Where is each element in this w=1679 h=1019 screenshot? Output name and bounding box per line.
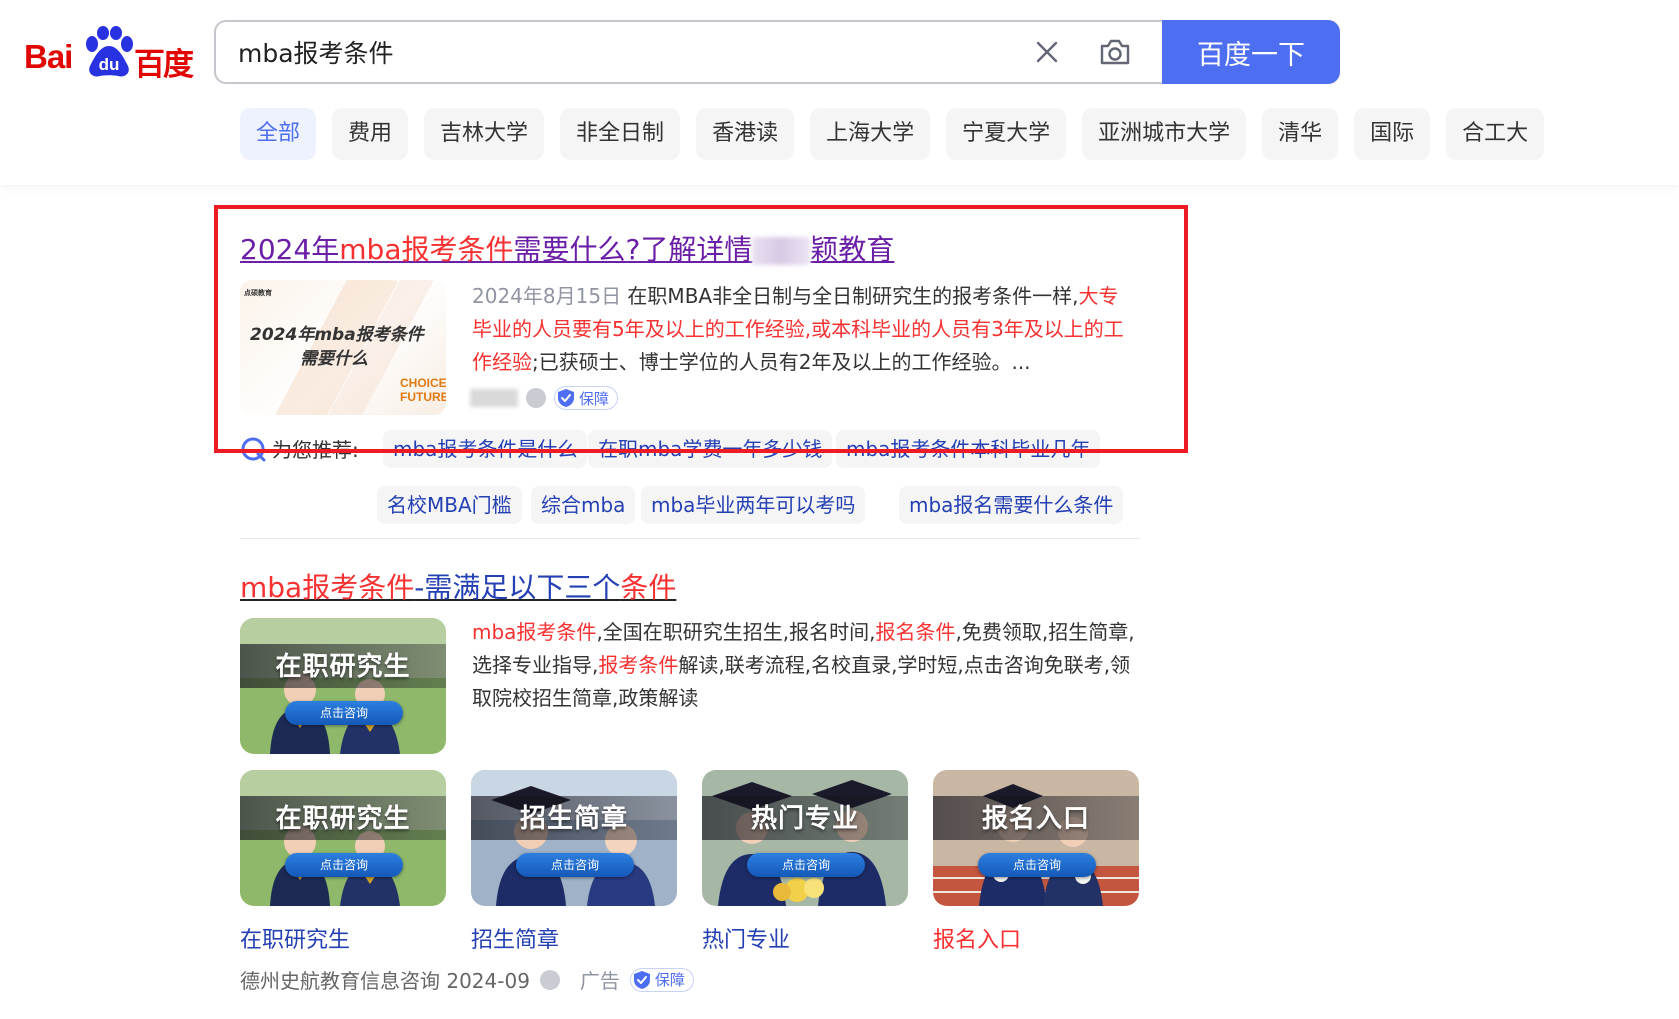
baidu-logo[interactable]: Bai du 百度 — [24, 26, 194, 83]
ad-description: mba报考条件,全国在职研究生招生,报名时间,报名条件,免费领取,招生简章,选择… — [472, 620, 1135, 710]
tile-title: 在职研究生 — [275, 652, 411, 682]
paw-logo-icon: du — [86, 26, 133, 77]
recommendation-chip[interactable]: 名校MBA门槛 — [377, 486, 522, 524]
filter-tabs: 全部 费用 吉林大学 非全日制 香港读 上海大学 宁夏大学 亚洲城市大学 清华 … — [240, 108, 1545, 160]
title-part: 颖教育 — [810, 233, 895, 266]
result-description: 2024年8月15日 在职MBA非全日制与全日制研究生的报考条件一样,大专毕业的… — [472, 284, 1124, 374]
ad-image-tile[interactable]: 热门专业 点击咨询 — [702, 770, 908, 906]
recommendation-chip[interactable]: 综合mba — [531, 486, 636, 524]
thumbnail-logo-text: CHOICE FUTURE — [400, 376, 446, 404]
title-part: 需要什么?了解详情 — [513, 233, 753, 266]
tile-title: 报名入口 — [981, 804, 1090, 834]
consult-button[interactable]: 点击咨询 — [516, 853, 634, 877]
ad-image-tile[interactable]: 报名入口 点击咨询 — [933, 770, 1139, 906]
consult-button[interactable]: 点击咨询 — [978, 853, 1096, 877]
tab-tsinghua[interactable]: 清华 — [1262, 108, 1339, 160]
title-part: 2024年 — [240, 233, 340, 266]
search-input[interactable] — [238, 35, 998, 69]
tile-link[interactable]: 在职研究生 — [240, 922, 350, 954]
thumbnail-text: 2024年mba报考条件 — [250, 325, 424, 345]
ad-label: 广告 — [579, 969, 620, 993]
consult-button[interactable]: 点击咨询 — [747, 853, 865, 877]
result-title-link[interactable]: 2024年mba报考条件需要什么?了解详情 颖教育 — [240, 228, 894, 268]
tab-hefei-tech[interactable]: 合工大 — [1446, 108, 1545, 160]
guarantee-badge[interactable]: 保障 — [629, 967, 694, 992]
logo-text-cn: 百度 — [134, 47, 194, 83]
tab-jilin-university[interactable]: 吉林大学 — [424, 108, 545, 160]
tab-hong-kong[interactable]: 香港读 — [696, 108, 795, 160]
tab-all[interactable]: 全部 — [240, 108, 317, 160]
search-header: Bai du 百度 百度一下 全部 费用 吉林大学 非全日制 香港读 上海大学 … — [0, 0, 1679, 185]
shield-check-icon — [558, 389, 574, 407]
ad-title-link[interactable]: mba报考条件-需满足以下三个条件 — [240, 566, 676, 606]
logo-text-latin: Bai — [24, 38, 73, 75]
title-keyword: mba报考条件 — [240, 571, 415, 604]
tab-international[interactable]: 国际 — [1354, 108, 1431, 160]
ad-image-tile[interactable]: 招生简章 点击咨询 — [471, 770, 677, 906]
tab-shanghai-university[interactable]: 上海大学 — [810, 108, 931, 160]
verified-dot-icon — [539, 969, 560, 990]
tab-city-university-macau[interactable]: 亚洲城市大学 — [1082, 108, 1247, 160]
recommendation-chip[interactable]: mba报名需要什么条件 — [899, 486, 1124, 524]
blurred-text — [752, 237, 811, 265]
recommendation-chip[interactable]: 在职mba学费一年多少钱 — [588, 430, 833, 468]
tab-fees[interactable]: 费用 — [332, 108, 409, 160]
tile-link[interactable]: 招生简章 — [471, 922, 559, 954]
result-thumbnail[interactable]: 点硕教育 2024年mba报考条件 需要什么 CHOICE FUTURE — [240, 280, 446, 415]
tab-ningxia-university[interactable]: 宁夏大学 — [946, 108, 1067, 160]
ad-image-tile[interactable]: 在职研究生 点击咨询 — [240, 770, 446, 906]
result-date: 2024年8月15日 — [472, 284, 622, 308]
thumbnail-brand: 点硕教育 — [244, 289, 272, 297]
close-icon[interactable] — [1032, 37, 1062, 67]
consult-button[interactable]: 点击咨询 — [285, 701, 403, 725]
search-box — [214, 20, 1162, 84]
recommendation-chip[interactable]: mba报考条件本科毕业几年 — [836, 430, 1101, 468]
search-button[interactable]: 百度一下 — [1162, 20, 1340, 84]
tile-title: 在职研究生 — [275, 804, 411, 834]
blurred-source — [470, 389, 518, 407]
shield-check-icon — [633, 970, 650, 989]
verified-dot-icon — [526, 388, 546, 408]
tile-title: 招生简章 — [519, 804, 628, 834]
logo-text-du: du — [99, 55, 120, 74]
tab-part-time[interactable]: 非全日制 — [560, 108, 681, 160]
guarantee-badge[interactable]: 保障 — [554, 386, 619, 410]
recommendations-label: 为您推荐: — [240, 434, 359, 463]
result-divider — [240, 538, 1140, 539]
search-bubble-icon — [241, 437, 266, 461]
camera-icon[interactable] — [1098, 36, 1132, 68]
title-part: -需满足以下三个 — [414, 571, 621, 604]
recommendation-chip[interactable]: mba报考条件是什么 — [383, 430, 588, 468]
title-keyword: 条件 — [620, 571, 677, 604]
advertiser-name[interactable]: 德州史航教育信息咨询 2024-09 — [240, 965, 530, 994]
ad-image-tile[interactable]: 在职研究生 点击咨询 — [240, 618, 446, 754]
consult-button[interactable]: 点击咨询 — [285, 853, 403, 877]
recommendation-chip[interactable]: mba毕业两年可以考吗 — [641, 486, 866, 524]
tile-link[interactable]: 热门专业 — [702, 922, 790, 954]
tile-link[interactable]: 报名入口 — [933, 922, 1021, 954]
result-source: 保障 — [470, 386, 619, 410]
tile-title: 热门专业 — [750, 804, 859, 834]
title-keyword: mba报考条件 — [339, 233, 514, 266]
thumbnail-text: 需要什么 — [300, 349, 368, 369]
ad-meta: 德州史航教育信息咨询 2024-09 广告 保障 — [240, 965, 694, 994]
